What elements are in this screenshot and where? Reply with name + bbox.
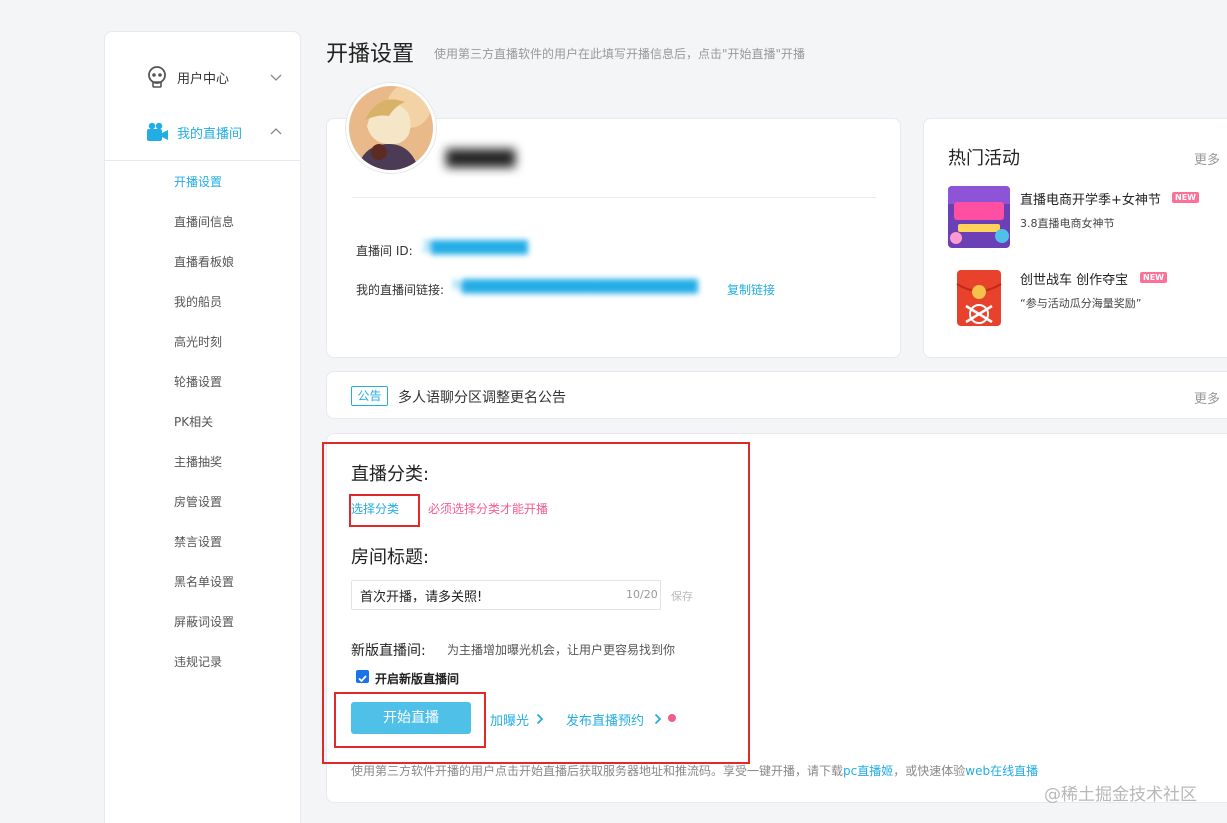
sidebar-item-highlights[interactable]: 高光时刻 xyxy=(174,333,222,350)
watermark: @稀土掘金技术社区 xyxy=(1044,785,1197,805)
footer-note-mid: ，或快速体验 xyxy=(893,764,966,778)
copy-link-button[interactable]: 复制链接 xyxy=(727,281,775,298)
sidebar-item-pk[interactable]: PK相关 xyxy=(174,413,213,430)
sidebar-item-blocked-words[interactable]: 屏蔽词设置 xyxy=(174,613,234,630)
avatar xyxy=(346,83,436,173)
sidebar-item-lottery[interactable]: 主播抽奖 xyxy=(174,453,222,470)
activity-thumbnail-goddess[interactable] xyxy=(948,186,1010,248)
username: ▇▇▇▇▇ xyxy=(446,147,516,168)
nav-group-label: 用户中心 xyxy=(177,71,230,87)
sidebar-item-mute[interactable]: 禁言设置 xyxy=(174,533,222,550)
sidebar-item-mascot[interactable]: 直播看板娘 xyxy=(174,253,234,270)
announcement-more-link[interactable]: 更多 xyxy=(1194,388,1220,407)
activity-title: 热门活动 xyxy=(948,148,1020,169)
page-title: 开播设置 xyxy=(326,42,415,67)
annotation-box-start-button xyxy=(334,692,486,748)
nav-group-label: 我的直播间 xyxy=(177,126,243,142)
sidebar-item-blacklist[interactable]: 黑名单设置 xyxy=(174,573,234,590)
sidebar-item-violations[interactable]: 违规记录 xyxy=(174,653,222,670)
chevron-down-icon[interactable] xyxy=(270,71,282,83)
activity-desc: 3.8直播电商女神节 xyxy=(1020,217,1115,230)
nav-group-my-live-room[interactable]: 我的直播间 xyxy=(105,112,300,152)
activity-more-link[interactable]: 更多 xyxy=(1194,149,1220,168)
activity-poster-image xyxy=(948,186,1010,248)
red-envelope-icon xyxy=(948,266,1010,328)
profile-divider xyxy=(352,197,876,198)
sidebar-item-room-info[interactable]: 直播间信息 xyxy=(174,213,234,230)
page-subtitle: 使用第三方直播软件的用户在此填写开播信息后，点击"开始直播"开播 xyxy=(434,47,806,61)
footer-note: 使用第三方软件开播的用户点击开始直播后获取服务器地址和推流码。享受一键开播，请下… xyxy=(351,762,1038,779)
activity-name[interactable]: 直播电商开学季+女神节 xyxy=(1020,189,1161,208)
room-link-value[interactable]: h▇▇▇▇▇▇▇▇▇▇▇▇▇▇▇▇▇▇▇▇▇▇▇ xyxy=(453,278,698,294)
new-badge: NEW xyxy=(1172,192,1199,203)
web-live-link[interactable]: web在线直播 xyxy=(965,764,1038,778)
announcement-text[interactable]: 多人语聊分区调整更名公告 xyxy=(398,387,566,407)
skull-face-icon xyxy=(148,66,166,88)
activity-thumbnail-red-envelope[interactable] xyxy=(948,266,1010,328)
sidebar-item-carousel[interactable]: 轮播设置 xyxy=(174,373,222,390)
chevron-up-icon[interactable] xyxy=(270,126,282,138)
nav-divider xyxy=(105,160,300,161)
nav-group-user-center[interactable]: 用户中心 xyxy=(105,57,300,97)
avatar-illustration xyxy=(349,86,433,170)
room-id-value: 2▇▇▇▇▇▇▇▇▇ xyxy=(422,239,528,255)
sidebar-item-room-admin[interactable]: 房管设置 xyxy=(174,493,222,510)
activity-desc: “参与活动瓜分海量奖励” xyxy=(1020,297,1142,310)
room-id-label: 直播间 ID: xyxy=(356,244,413,258)
new-badge: NEW xyxy=(1140,272,1167,283)
activity-name[interactable]: 创世战车 创作夺宝 xyxy=(1020,269,1128,288)
announcement-tag: 公告 xyxy=(351,386,388,406)
annotation-box-select-category xyxy=(349,494,420,527)
footer-note-text: 使用第三方软件开播的用户点击开始直播后获取服务器地址和推流码。享受一键开播，请下… xyxy=(351,764,844,778)
room-link-label: 我的直播间链接: xyxy=(356,283,445,297)
sidebar-item-crew[interactable]: 我的船员 xyxy=(174,293,222,310)
pc-live-tool-link[interactable]: pc直播姬 xyxy=(843,764,893,778)
sidebar-item-broadcast-settings[interactable]: 开播设置 xyxy=(174,173,222,190)
video-camera-icon xyxy=(147,122,168,141)
